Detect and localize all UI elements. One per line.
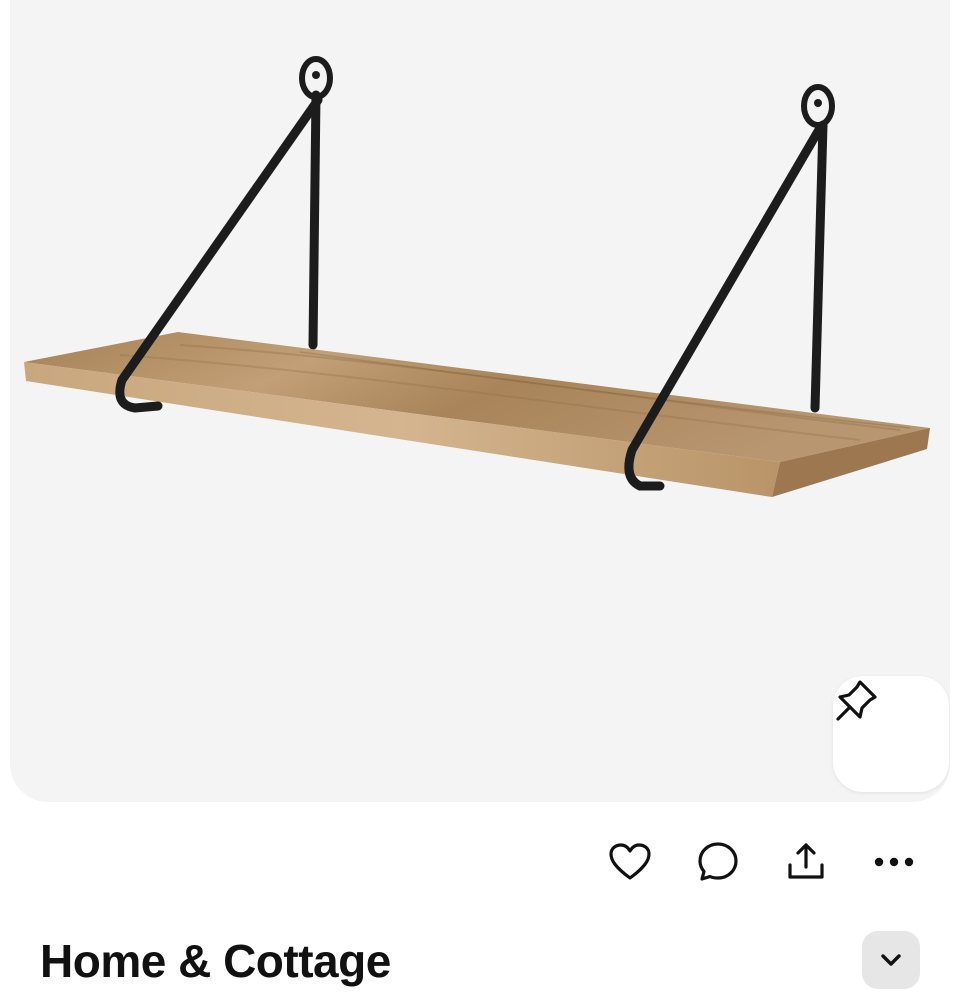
like-button[interactable] [600,832,660,892]
board-title[interactable]: Home & Cottage [40,930,391,992]
ellipsis-icon [874,857,914,867]
product-image[interactable] [10,0,950,802]
share-icon [788,843,824,879]
share-button[interactable] [776,832,836,892]
pushpin-icon [836,680,877,721]
more-options-button[interactable] [864,832,924,892]
comment-button[interactable] [688,832,748,892]
wall-shelf-image [24,56,930,497]
speech-bubble-icon [698,842,738,881]
board-dropdown-button[interactable] [862,931,920,989]
pin-button[interactable] [833,676,949,792]
chevron-down-icon [881,954,901,966]
pin-action-bar [590,832,924,892]
heart-icon [609,843,651,880]
